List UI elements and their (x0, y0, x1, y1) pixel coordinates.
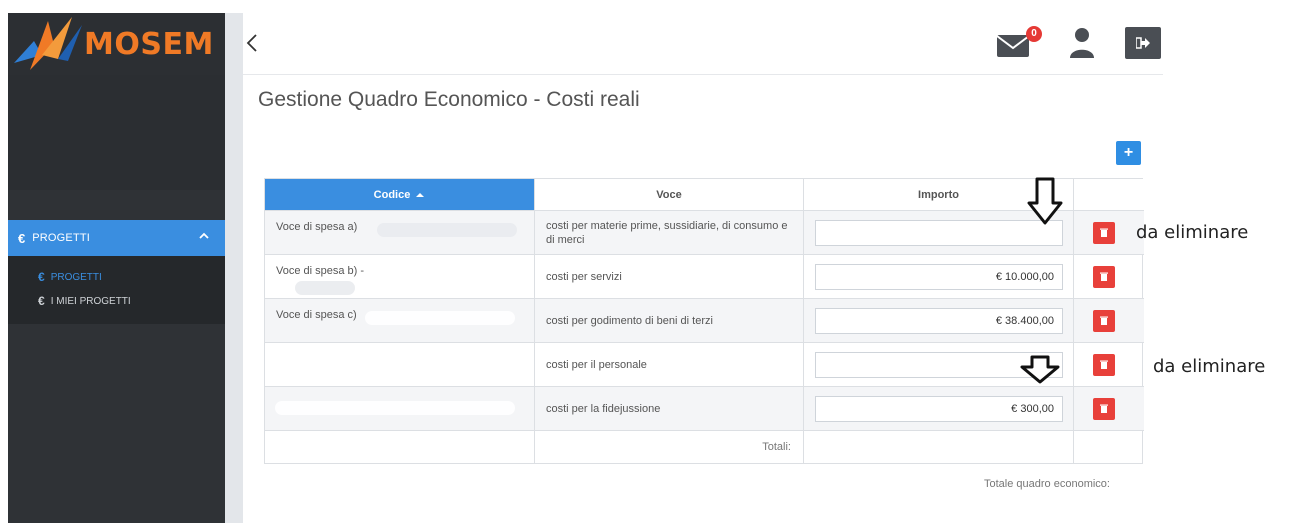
delete-row-button[interactable] (1093, 222, 1115, 244)
chevron-up-icon (199, 232, 209, 239)
codice-text: Voce di spesa b) - (276, 265, 365, 277)
sidebar-item-label: PROGETTI (32, 232, 91, 244)
sidebar-subitem-label: I MIEI PROGETTI (50, 295, 131, 307)
table-row: costi per la fidejussione € 300,00 (265, 387, 1144, 431)
chevron-left-icon (246, 34, 257, 52)
column-header-codice[interactable]: Codice (265, 179, 535, 211)
cell-actions (1074, 211, 1144, 255)
trash-icon (1100, 228, 1108, 237)
sidebar-submenu: € PROGETTI € I MIEI PROGETTI (8, 256, 225, 324)
cell-codice (265, 343, 535, 387)
user-profile-button[interactable] (1069, 25, 1095, 59)
logout-icon (1136, 37, 1150, 49)
user-icon (1070, 28, 1094, 58)
importo-input[interactable]: € 38.400,00 (815, 308, 1063, 334)
table-row: Voce di spesa c) costi per godimento di … (265, 299, 1144, 343)
cell-importo: € 38.400,00 (804, 299, 1074, 343)
voce-text: costi per materie prime, sussidiarie, di… (546, 220, 788, 246)
cell-actions (1074, 299, 1144, 343)
annotation-text: da eliminare (1153, 356, 1266, 377)
column-header-actions (1074, 179, 1144, 211)
sidebar-subitem-miei-progetti[interactable]: € I MIEI PROGETTI (8, 290, 225, 312)
voce-text: costi per la fidejussione (546, 403, 661, 415)
sort-up-icon (416, 192, 425, 197)
cell-actions (1074, 255, 1144, 299)
cell-voce: costi per la fidejussione (535, 387, 804, 431)
column-header-label: Codice (373, 188, 411, 201)
delete-row-button[interactable] (1093, 398, 1115, 420)
add-row-button[interactable]: + (1116, 141, 1141, 165)
redacted-text (275, 401, 515, 415)
trash-icon (1100, 316, 1108, 325)
trash-icon (1100, 404, 1108, 413)
notification-badge: 0 (1026, 26, 1042, 42)
messages-button[interactable]: 0 (995, 25, 1045, 61)
totals-row: Totali: (265, 431, 1144, 463)
column-header-voce: Voce (535, 179, 804, 211)
topbar: 0 (243, 13, 1163, 75)
cell-voce: costi per servizi (535, 255, 804, 299)
trash-icon (1100, 360, 1108, 369)
trash-icon (1100, 272, 1108, 281)
cell-codice: Voce di spesa b) - (265, 255, 535, 299)
redacted-text (377, 223, 517, 237)
logo[interactable]: MOSEM (8, 13, 225, 75)
sidebar-profile-area (8, 75, 225, 190)
cell-voce: Totali: (535, 431, 804, 463)
sidebar-item-progetti[interactable]: € PROGETTI (8, 220, 225, 256)
arrow-down-icon (1027, 177, 1063, 225)
cell-codice: Voce di spesa a) (265, 211, 535, 255)
redacted-text (295, 281, 355, 295)
cell-actions (1074, 387, 1144, 431)
cell-codice: Voce di spesa c) (265, 299, 535, 343)
cell-voce: costi per il personale (535, 343, 804, 387)
table-row: Voce di spesa b) - costi per servizi € 1… (265, 255, 1144, 299)
cell-importo: € 10.000,00 (804, 255, 1074, 299)
arrow-down-icon (1020, 355, 1060, 384)
cell-voce: costi per godimento di beni di terzi (535, 299, 804, 343)
page-title: Gestione Quadro Economico - Costi reali (258, 88, 640, 111)
delete-row-button[interactable] (1093, 266, 1115, 288)
delete-row-button[interactable] (1093, 310, 1115, 332)
redacted-text (365, 311, 515, 325)
euro-icon: € (18, 230, 26, 246)
annotation-text: da eliminare (1136, 222, 1249, 243)
voce-text: costi per il personale (546, 359, 647, 371)
codice-text: Voce di spesa c) (276, 309, 357, 321)
content-gutter (225, 13, 243, 523)
sidebar-toggle-button[interactable] (243, 29, 263, 57)
euro-icon: € (38, 294, 45, 308)
cell-importo: € 300,00 (804, 387, 1074, 431)
cell-codice (265, 431, 535, 463)
logo-text: MOSEM (84, 27, 214, 62)
importo-input[interactable]: € 10.000,00 (815, 264, 1063, 290)
logout-button[interactable] (1125, 27, 1161, 59)
importo-input[interactable]: € 300,00 (815, 396, 1063, 422)
voce-text: costi per godimento di beni di terzi (546, 315, 713, 327)
table-row: Voce di spesa a) costi per materie prime… (265, 211, 1144, 255)
totals-label: Totali: (762, 441, 791, 453)
cell-voce: costi per materie prime, sussidiarie, di… (535, 211, 804, 255)
delete-row-button[interactable] (1093, 354, 1115, 376)
cell-actions (1074, 431, 1144, 463)
voce-text: costi per servizi (546, 271, 622, 283)
sidebar: MOSEM € PROGETTI € PROGETTI € I MIEI PRO… (8, 13, 225, 523)
sidebar-subitem-progetti[interactable]: € PROGETTI (8, 266, 225, 288)
sidebar-subitem-label: PROGETTI (50, 271, 102, 283)
euro-icon: € (38, 270, 45, 284)
cell-actions (1074, 343, 1144, 387)
costs-table: Codice Voce Importo Voce di spesa a) cos… (264, 178, 1144, 464)
logo-bird-icon (14, 17, 82, 70)
app-root: MOSEM € PROGETTI € PROGETTI € I MIEI PRO… (0, 0, 1298, 523)
codice-text: Voce di spesa a) (276, 221, 358, 233)
cell-codice (265, 387, 535, 431)
cell-importo (804, 431, 1074, 463)
table-row: costi per il personale (265, 343, 1144, 387)
totale-quadro-economico-label: Totale quadro economico: (984, 478, 1110, 490)
